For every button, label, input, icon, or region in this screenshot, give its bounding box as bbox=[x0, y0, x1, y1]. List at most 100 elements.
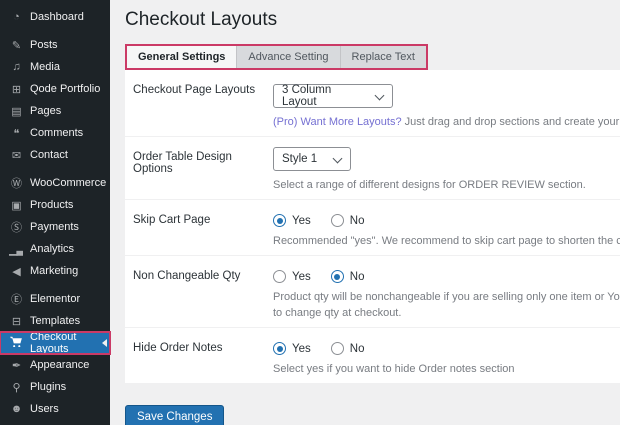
radio-option-yes[interactable]: Yes bbox=[273, 270, 311, 283]
non-changeable-qty-radio-group: Yes No bbox=[273, 266, 620, 283]
radio-label: Yes bbox=[292, 343, 311, 355]
sidebar-item-plugins[interactable]: ⚲ Plugins bbox=[0, 376, 110, 398]
sidebar-item-label: Marketing bbox=[30, 265, 78, 277]
radio-unchecked-icon bbox=[331, 214, 344, 227]
sidebar-item-label: Appearance bbox=[30, 359, 89, 371]
folder-icon: ⊟ bbox=[9, 315, 23, 328]
radio-option-yes[interactable]: Yes bbox=[273, 214, 311, 227]
bar-chart-icon: ▁▃▅ bbox=[9, 243, 23, 256]
sidebar-item-appearance[interactable]: ✒ Appearance bbox=[0, 354, 110, 376]
radio-label: No bbox=[350, 215, 365, 227]
sidebar-item-media[interactable]: ♫ Media bbox=[0, 56, 110, 78]
comment-bubble-icon: ❝ bbox=[9, 127, 23, 140]
sidebar-item-woocommerce[interactable]: Ⓦ WooCommerce bbox=[0, 172, 110, 194]
select-value: Style 1 bbox=[282, 153, 317, 165]
sidebar-item-label: Checkout Layouts bbox=[30, 331, 106, 355]
sidebar-item-pages[interactable]: ▤ Pages bbox=[0, 100, 110, 122]
sidebar-item-label: Payments bbox=[30, 221, 79, 233]
settings-panel: Checkout Page Layouts 3 Column Layout (P… bbox=[125, 70, 620, 383]
settings-tabs: General Settings Advance Setting Replace… bbox=[125, 44, 428, 70]
page-title: Checkout Layouts bbox=[125, 9, 620, 31]
admin-sidebar: ◔ Dashboard ✎ Posts ♫ Media ⊞ Qode Portf… bbox=[0, 0, 110, 425]
sidebar-item-qode-portfolio[interactable]: ⊞ Qode Portfolio bbox=[0, 78, 110, 100]
radio-checked-icon bbox=[273, 214, 286, 227]
radio-option-yes[interactable]: Yes bbox=[273, 342, 311, 355]
sidebar-item-label: Analytics bbox=[30, 243, 74, 255]
radio-label: No bbox=[350, 271, 365, 283]
woocommerce-icon: Ⓦ bbox=[9, 175, 23, 191]
sidebar-item-products[interactable]: ▣ Products bbox=[0, 194, 110, 216]
setting-description: (Pro) Want More Layouts? Just drag and d… bbox=[273, 116, 620, 128]
description-line-2: to change qty at checkout. bbox=[273, 307, 620, 319]
sidebar-item-label: Elementor bbox=[30, 293, 80, 305]
sidebar-item-analytics[interactable]: ▁▃▅ Analytics bbox=[0, 238, 110, 260]
sidebar-item-label: Qode Portfolio bbox=[30, 83, 100, 95]
tab-general-settings[interactable]: General Settings bbox=[127, 46, 236, 68]
radio-label: Yes bbox=[292, 271, 311, 283]
radio-unchecked-icon bbox=[273, 270, 286, 283]
pro-highlight-text: (Pro) Want More Layouts? bbox=[273, 116, 402, 128]
order-table-design-select[interactable]: Style 1 bbox=[273, 147, 351, 171]
radio-option-no[interactable]: No bbox=[331, 270, 365, 283]
setting-label: Skip Cart Page bbox=[133, 210, 273, 247]
megaphone-icon: ◀ bbox=[9, 265, 23, 278]
setting-label: Order Table Design Options bbox=[133, 147, 273, 191]
pages-icon: ▤ bbox=[9, 105, 23, 118]
sidebar-item-posts[interactable]: ✎ Posts bbox=[0, 34, 110, 56]
sidebar-item-payments[interactable]: Ⓢ Payments bbox=[0, 216, 110, 238]
sidebar-item-label: Posts bbox=[30, 39, 58, 51]
sidebar-item-contact[interactable]: ✉ Contact bbox=[0, 144, 110, 166]
setting-description: Product qty will be nonchangeable if you… bbox=[273, 291, 620, 319]
tab-advance-setting[interactable]: Advance Setting bbox=[236, 46, 339, 68]
setting-label: Checkout Page Layouts bbox=[133, 80, 273, 128]
sidebar-item-label: Dashboard bbox=[30, 11, 84, 23]
description-line-1: Product qty will be nonchangeable if you… bbox=[273, 291, 620, 303]
setting-row-hide-order-notes: Hide Order Notes Yes No Select yes if yo… bbox=[125, 328, 620, 383]
sidebar-item-label: WooCommerce bbox=[30, 177, 106, 189]
setting-row-non-changeable-qty: Non Changeable Qty Yes No Product qt bbox=[125, 256, 620, 328]
user-icon: ☻ bbox=[9, 403, 23, 415]
setting-description: Recommended "yes". We recommend to skip … bbox=[273, 235, 620, 247]
sidebar-item-label: Pages bbox=[30, 105, 61, 117]
sidebar-item-users[interactable]: ☻ Users bbox=[0, 398, 110, 420]
flyout-arrow-icon bbox=[102, 339, 107, 347]
checkout-page-layouts-select[interactable]: 3 Column Layout bbox=[273, 84, 393, 108]
plug-icon: ⚲ bbox=[9, 381, 23, 394]
description-text: Just drag and drop sections and create y… bbox=[402, 116, 620, 128]
sidebar-item-dashboard[interactable]: ◔ Dashboard bbox=[0, 6, 110, 28]
sidebar-item-comments[interactable]: ❝ Comments bbox=[0, 122, 110, 144]
chevron-down-icon bbox=[375, 92, 384, 101]
sidebar-item-checkout-layouts[interactable]: Checkout Layouts bbox=[0, 332, 110, 354]
skip-cart-page-radio-group: Yes No bbox=[273, 210, 620, 227]
radio-unchecked-icon bbox=[331, 342, 344, 355]
setting-row-order-table-design: Order Table Design Options Style 1 Selec… bbox=[125, 137, 620, 200]
hide-order-notes-radio-group: Yes No bbox=[273, 338, 620, 355]
tab-replace-text[interactable]: Replace Text bbox=[340, 46, 426, 68]
chevron-down-icon bbox=[333, 155, 342, 164]
setting-label: Non Changeable Qty bbox=[133, 266, 273, 319]
sidebar-item-label: Products bbox=[30, 199, 73, 211]
select-value: 3 Column Layout bbox=[282, 84, 365, 108]
setting-description: Select a range of different designs for … bbox=[273, 179, 620, 191]
products-icon: ▣ bbox=[9, 199, 23, 212]
pushpin-icon: ✎ bbox=[9, 39, 23, 52]
radio-option-no[interactable]: No bbox=[331, 214, 365, 227]
grid-icon: ⊞ bbox=[9, 83, 23, 96]
media-icon: ♫ bbox=[9, 61, 23, 73]
radio-label: Yes bbox=[292, 215, 311, 227]
sidebar-item-templates[interactable]: ⊟ Templates bbox=[0, 310, 110, 332]
save-changes-button[interactable]: Save Changes bbox=[125, 405, 224, 425]
wp-admin-window: ◔ Dashboard ✎ Posts ♫ Media ⊞ Qode Portf… bbox=[0, 0, 620, 425]
dashboard-icon: ◔ bbox=[9, 11, 23, 23]
envelope-icon: ✉ bbox=[9, 149, 23, 162]
sidebar-item-elementor[interactable]: Ⓔ Elementor bbox=[0, 288, 110, 310]
sidebar-item-label: Users bbox=[30, 403, 59, 415]
sidebar-item-label: Comments bbox=[30, 127, 83, 139]
radio-label: No bbox=[350, 343, 365, 355]
radio-option-no[interactable]: No bbox=[331, 342, 365, 355]
radio-checked-icon bbox=[273, 342, 286, 355]
setting-description: Select yes if you want to hide Order not… bbox=[273, 363, 620, 375]
setting-row-checkout-page-layouts: Checkout Page Layouts 3 Column Layout (P… bbox=[125, 70, 620, 137]
sidebar-item-marketing[interactable]: ◀ Marketing bbox=[0, 260, 110, 282]
sidebar-item-label: Contact bbox=[30, 149, 68, 161]
